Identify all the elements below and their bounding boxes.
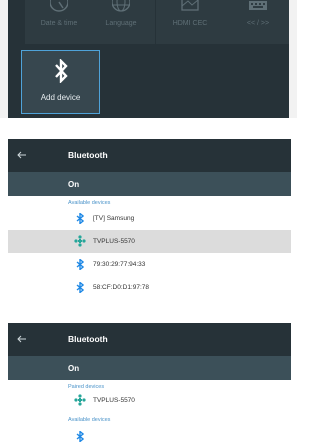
hdmi-icon (156, 0, 224, 18)
tile-label: Language (105, 20, 137, 27)
clock-icon (25, 0, 93, 18)
device-row-selected[interactable]: TVPLUS-5570 (8, 230, 291, 253)
bluetooth-connected-icon (74, 235, 86, 247)
bluetooth-screen-available: Bluetooth On Available devices [TV] Sams… (8, 139, 291, 303)
bluetooth-icon (74, 258, 86, 270)
header-bar: Bluetooth (8, 139, 291, 172)
available-devices-header: Available devices (68, 417, 111, 423)
device-name: TVPLUS-5570 (93, 397, 135, 404)
bluetooth-screen-paired: Bluetooth On Paired devices TVPLUS-5570 … (8, 323, 291, 448)
page-title: Bluetooth (68, 150, 108, 160)
available-devices-header: Available devices (68, 200, 111, 206)
device-row[interactable]: 79:30:29:77:94:33 (8, 253, 291, 276)
device-name: 58:CF:D0:D1:97:78 (93, 284, 150, 291)
back-arrow-icon[interactable] (16, 148, 28, 166)
bluetooth-toggle-row[interactable]: On (8, 172, 291, 196)
bluetooth-icon (74, 212, 86, 224)
device-row[interactable]: 58:CF:D0:D1:97:78 (8, 276, 291, 299)
device-name: [TV] Samsung (93, 215, 135, 222)
keyboard-icon (224, 0, 289, 18)
add-device-label: Add device (40, 93, 81, 102)
bluetooth-icon (74, 430, 86, 442)
bluetooth-icon (74, 281, 86, 293)
page-title: Bluetooth (68, 334, 108, 344)
bluetooth-status: On (68, 180, 80, 189)
tile-label: HDMI CEC (172, 20, 208, 27)
device-row[interactable]: [TV] Samsung (8, 207, 291, 230)
tile-hdmi-cec[interactable]: HDMI CEC (156, 0, 224, 44)
device-name: 79:30:29:77:94:33 (93, 261, 146, 268)
tv-settings-screen: Date & time Language HDMI CEC << / >> Ad… (8, 0, 289, 118)
back-arrow-icon[interactable] (16, 332, 28, 350)
bluetooth-status: On (68, 364, 80, 373)
paired-device-row[interactable]: TVPLUS-5570 (8, 389, 291, 412)
tile-label: << / >> (246, 20, 270, 27)
tile-label: Date & time (40, 20, 78, 27)
bluetooth-icon (22, 59, 99, 83)
device-row-partial[interactable] (8, 425, 291, 448)
tile-keyboard[interactable]: << / >> (224, 0, 289, 44)
settings-panel: Date & time Language HDMI CEC << / >> Ad… (0, 0, 297, 118)
tile-date-time[interactable]: Date & time (25, 0, 93, 44)
bluetooth-toggle-row[interactable]: On (8, 356, 291, 380)
device-name: TVPLUS-5570 (93, 238, 135, 245)
bluetooth-connected-icon (74, 394, 86, 406)
tile-language[interactable]: Language (87, 0, 155, 44)
header-bar: Bluetooth (8, 323, 291, 356)
add-device-tile[interactable]: Add device (21, 50, 100, 114)
globe-icon (87, 0, 155, 18)
